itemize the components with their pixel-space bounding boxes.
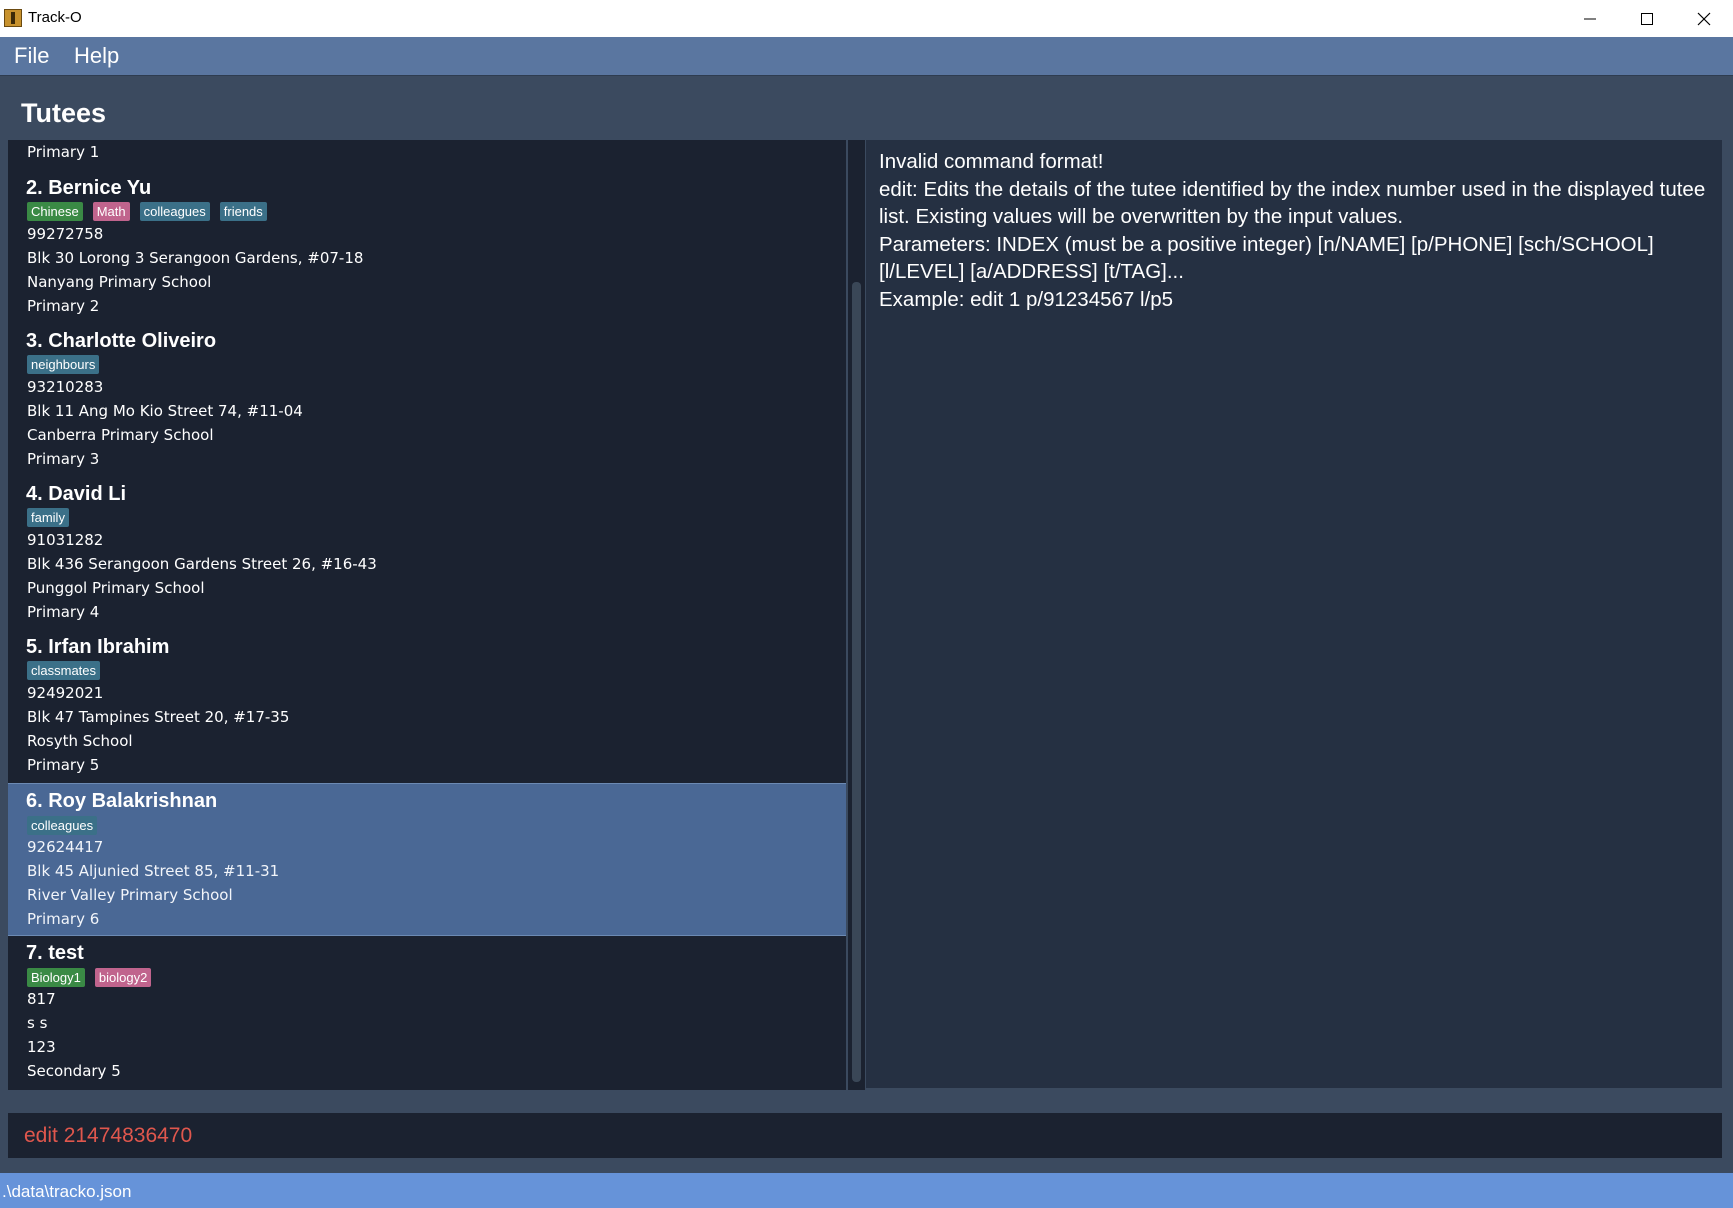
tutee-school: Canberra Primary School bbox=[27, 426, 214, 444]
tutee-phone: 91031282 bbox=[27, 531, 104, 549]
close-icon[interactable] bbox=[1676, 0, 1732, 37]
window-title: Track-O bbox=[28, 9, 82, 26]
tag-list: family bbox=[27, 508, 69, 527]
tutee-address: Blk 30 Lorong 3 Serangoon Gardens, #07-1… bbox=[27, 249, 364, 267]
tag-list: neighbours bbox=[27, 355, 100, 374]
tutee-school: Nanyang Primary School bbox=[27, 273, 212, 291]
tutee-name: 3. Charlotte Oliveiro bbox=[26, 330, 217, 352]
tutee-address: Blk 11 Ang Mo Kio Street 74, #11-04 bbox=[27, 402, 303, 420]
window-titlebar: Track-O bbox=[0, 0, 1733, 37]
tutee-card-5[interactable]: 5. Irfan Ibrahim classmates 92492021 Blk… bbox=[8, 621, 846, 774]
status-bar: .\data\tracko.json bbox=[0, 1173, 1733, 1208]
tutee-level: Primary 5 bbox=[27, 756, 100, 774]
tutee-phone: 817 bbox=[27, 990, 56, 1008]
tutee-phone: 93210283 bbox=[27, 378, 104, 396]
result-display: Invalid command format! edit: Edits the … bbox=[866, 140, 1722, 1088]
tutee-level: Primary 1 bbox=[27, 143, 100, 161]
tutee-name: 5. Irfan Ibrahim bbox=[26, 636, 170, 658]
tutee-address: Blk 436 Serangoon Gardens Street 26, #16… bbox=[27, 555, 377, 573]
tutee-phone: 99272758 bbox=[27, 225, 104, 243]
tutee-address: Blk 45 Aljunied Street 85, #11-31 bbox=[27, 862, 280, 880]
command-input[interactable] bbox=[24, 1124, 1704, 1148]
menu-help[interactable]: Help bbox=[74, 43, 119, 69]
tutee-card-4[interactable]: 4. David Li family 91031282 Blk 436 Sera… bbox=[8, 468, 846, 621]
tag: biology2 bbox=[94, 968, 152, 987]
tutee-address: s s bbox=[27, 1014, 48, 1032]
result-message: Invalid command format! edit: Edits the … bbox=[879, 150, 1706, 311]
tutee-card-7[interactable]: 7. test Biology1 biology2 817 s s 123 Se… bbox=[8, 936, 846, 1090]
tag: colleagues bbox=[139, 202, 210, 221]
tutee-level: Primary 3 bbox=[27, 450, 100, 468]
menu-file[interactable]: File bbox=[14, 43, 49, 69]
tutee-address: Blk 47 Tampines Street 20, #17-35 bbox=[27, 708, 290, 726]
menu-bar: File Help bbox=[0, 37, 1733, 76]
tutee-level: Secondary 5 bbox=[27, 1062, 121, 1080]
list-scrollbar[interactable] bbox=[848, 140, 865, 1090]
tag-list: classmates bbox=[27, 661, 101, 680]
tag: colleagues bbox=[27, 816, 98, 835]
tag-list: Biology1 biology2 bbox=[27, 968, 152, 987]
maximize-icon[interactable] bbox=[1619, 0, 1675, 37]
section-title: Tutees bbox=[21, 98, 107, 128]
tutee-school: River Valley Primary School bbox=[27, 886, 233, 904]
tutee-card-6-selected[interactable]: 6. Roy Balakrishnan colleagues 92624417 … bbox=[8, 783, 846, 936]
tutee-name: 7. test bbox=[26, 942, 84, 964]
tutee-list[interactable]: Primary 1 2. Bernice Yu Chinese Math col… bbox=[8, 140, 846, 1090]
data-file-path: .\data\tracko.json bbox=[2, 1182, 132, 1201]
tag: classmates bbox=[27, 661, 101, 680]
tutee-phone: 92624417 bbox=[27, 838, 104, 856]
tutee-school: 123 bbox=[27, 1038, 56, 1056]
tutee-name: 6. Roy Balakrishnan bbox=[26, 790, 218, 812]
tag: Math bbox=[92, 202, 130, 221]
tutee-school: Punggol Primary School bbox=[27, 579, 205, 597]
app-icon bbox=[4, 9, 22, 27]
tutee-name: 2. Bernice Yu bbox=[26, 177, 152, 199]
tutee-card-3[interactable]: 3. Charlotte Oliveiro neighbours 9321028… bbox=[8, 315, 846, 468]
tag: Chinese bbox=[27, 202, 83, 221]
tutee-card-1[interactable]: Primary 1 bbox=[8, 140, 846, 162]
tutee-level: Primary 4 bbox=[27, 603, 100, 621]
tag: Biology1 bbox=[27, 968, 85, 987]
tag-list: colleagues bbox=[27, 816, 98, 835]
tag: family bbox=[27, 508, 69, 527]
tag: friends bbox=[219, 202, 267, 221]
tag: neighbours bbox=[27, 355, 100, 374]
minimize-icon[interactable] bbox=[1562, 0, 1618, 37]
tutee-level: Primary 6 bbox=[27, 910, 100, 928]
tutee-level: Primary 2 bbox=[27, 297, 100, 315]
tutee-card-2[interactable]: 2. Bernice Yu Chinese Math colleagues fr… bbox=[8, 162, 846, 315]
tutee-school: Rosyth School bbox=[27, 732, 133, 750]
tutee-phone: 92492021 bbox=[27, 684, 104, 702]
tutee-name: 4. David Li bbox=[26, 483, 127, 505]
command-box[interactable] bbox=[8, 1113, 1722, 1158]
tag-list: Chinese Math colleagues friends bbox=[27, 202, 267, 221]
scrollbar-thumb[interactable] bbox=[852, 282, 861, 1082]
